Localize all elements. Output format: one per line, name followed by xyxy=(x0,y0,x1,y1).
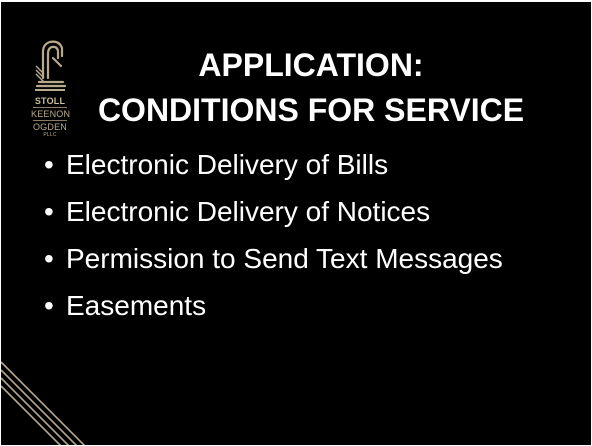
bullet-list: • Electronic Delivery of Bills • Electro… xyxy=(44,141,574,329)
bullet-text: Electronic Delivery of Bills xyxy=(66,149,389,180)
bullet-item: • Electronic Delivery of Bills xyxy=(44,141,574,188)
bullet-text: Electronic Delivery of Notices xyxy=(66,196,431,227)
slide: STOLL KEENON OGDEN PLLC APPLICATION: CON… xyxy=(1,2,591,445)
company-logo: STOLL KEENON OGDEN PLLC xyxy=(31,38,71,138)
logo-divider xyxy=(33,107,67,108)
bullet-dot-icon: • xyxy=(44,243,54,274)
bullet-dot-icon: • xyxy=(44,196,54,227)
knight-chess-piece-icon xyxy=(35,40,67,91)
bullet-text: Easements xyxy=(66,290,207,321)
bullet-dot-icon: • xyxy=(44,290,54,321)
logo-line-pllc: PLLC xyxy=(43,132,57,138)
decorative-diagonal-lines xyxy=(1,361,86,445)
slide-title: APPLICATION: CONDITIONS FOR SERVICE xyxy=(91,43,531,133)
logo-wordmark: STOLL KEENON OGDEN PLLC xyxy=(31,96,71,138)
slide-title-line-2: CONDITIONS FOR SERVICE xyxy=(97,92,525,128)
logo-divider xyxy=(33,120,67,121)
bullet-item: • Permission to Send Text Messages xyxy=(44,235,574,282)
bullet-item: • Electronic Delivery of Notices xyxy=(44,188,574,235)
bullet-item: • Easements xyxy=(44,282,574,329)
bullet-text: Permission to Send Text Messages xyxy=(66,243,503,274)
slide-title-line-1: APPLICATION: xyxy=(198,47,424,83)
bullet-dot-icon: • xyxy=(44,149,54,180)
logo-line-keenon: KEENON xyxy=(31,109,71,119)
logo-line-stoll: STOLL xyxy=(34,96,66,106)
logo-line-ogden: OGDEN xyxy=(32,122,67,132)
